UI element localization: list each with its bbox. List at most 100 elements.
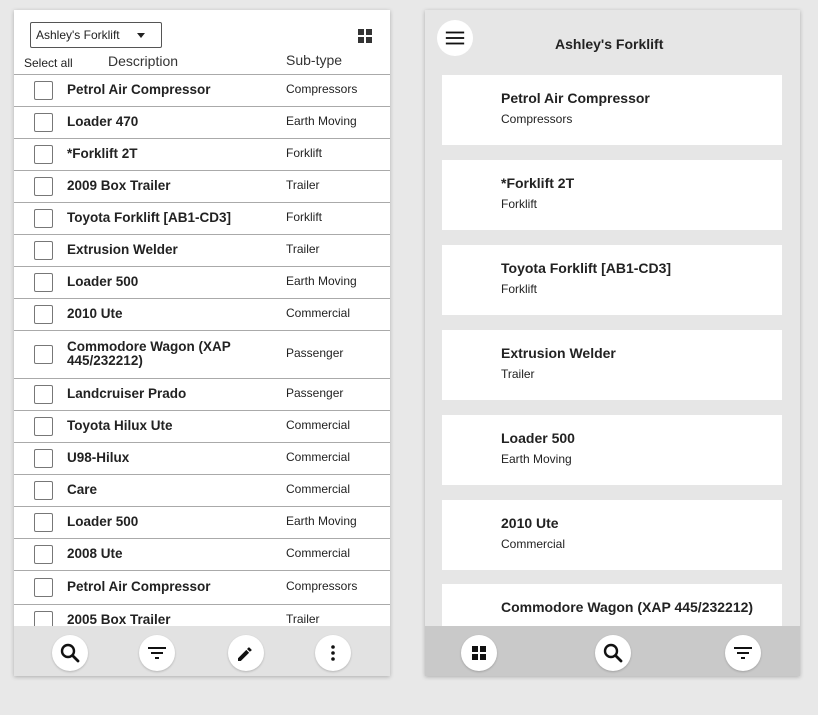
filter-icon <box>734 647 752 659</box>
row-description: Loader 500 <box>67 274 139 289</box>
row-description: Loader 500 <box>67 514 139 529</box>
row-checkbox[interactable] <box>34 81 53 100</box>
search-button[interactable] <box>52 635 88 671</box>
card-title: 2010 Ute <box>501 515 559 531</box>
row-subtype: Commercial <box>286 306 351 320</box>
row-subtype: Forklift <box>286 146 322 160</box>
table-row[interactable]: Care Commercial <box>14 474 390 506</box>
row-checkbox[interactable] <box>34 385 53 404</box>
asset-card[interactable]: *Forklift 2T Forklift <box>442 160 782 230</box>
table-row[interactable]: Commodore Wagon (XAP 445/232212) Passenge… <box>14 330 390 378</box>
search-icon <box>603 643 623 663</box>
filter-icon <box>148 647 166 659</box>
row-checkbox[interactable] <box>34 449 53 468</box>
row-subtype: Trailer <box>286 612 320 626</box>
more-options-button[interactable] <box>315 635 351 671</box>
row-description: 2008 Ute <box>67 546 123 561</box>
row-description: Toyota Hilux Ute <box>67 418 173 433</box>
table-row[interactable]: *Forklift 2T Forklift <box>14 138 390 170</box>
filter-button[interactable] <box>139 635 175 671</box>
search-button[interactable] <box>595 635 631 671</box>
row-subtype: Commercial <box>286 450 351 464</box>
menu-button[interactable] <box>437 20 473 56</box>
row-checkbox[interactable] <box>34 177 53 196</box>
asset-card[interactable]: Toyota Forklift [AB1-CD3] Forklift <box>442 245 782 315</box>
row-checkbox[interactable] <box>34 273 53 292</box>
card-view-panel: Ashley's Forklift Petrol Air Compressor C… <box>425 10 800 676</box>
row-checkbox[interactable] <box>34 209 53 228</box>
table-view-panel: Ashley's Forklift Select all Description… <box>14 10 390 676</box>
row-description: Landcruiser Prado <box>67 386 187 401</box>
card-title: Loader 500 <box>501 430 575 446</box>
table-row[interactable]: Petrol Air Compressor Compressors <box>14 570 390 604</box>
hamburger-menu-icon <box>445 31 465 45</box>
table-row[interactable]: 2008 Ute Commercial <box>14 538 390 570</box>
edit-icon <box>238 647 252 661</box>
row-subtype: Trailer <box>286 178 320 192</box>
row-checkbox[interactable] <box>34 305 53 324</box>
row-checkbox[interactable] <box>34 241 53 260</box>
row-subtype: Compressors <box>286 579 358 593</box>
card-title: Extrusion Welder <box>501 345 616 361</box>
row-subtype: Passenger <box>286 386 344 400</box>
asset-card[interactable]: Extrusion Welder Trailer <box>442 330 782 400</box>
row-checkbox[interactable] <box>34 578 53 597</box>
page-title: Ashley's Forklift <box>555 36 664 52</box>
table-row[interactable]: Landcruiser Prado Passenger <box>14 378 390 410</box>
row-checkbox[interactable] <box>34 417 53 436</box>
asset-card[interactable]: 2010 Ute Commercial <box>442 500 782 570</box>
row-checkbox[interactable] <box>34 145 53 164</box>
card-subtype: Trailer <box>501 367 535 381</box>
filter-button[interactable] <box>725 635 761 671</box>
table-row[interactable]: Extrusion Welder Trailer <box>14 234 390 266</box>
row-description: Petrol Air Compressor <box>67 579 211 594</box>
row-subtype: Commercial <box>286 546 351 560</box>
row-checkbox[interactable] <box>34 481 53 500</box>
table-row[interactable]: 2009 Box Trailer Trailer <box>14 170 390 202</box>
table-row[interactable]: U98-Hilux Commercial <box>14 442 390 474</box>
table-row[interactable]: Petrol Air Compressor Compressors <box>14 74 390 106</box>
table-row[interactable]: Loader 500 Earth Moving <box>14 506 390 538</box>
bottom-toolbar <box>14 626 390 676</box>
row-checkbox[interactable] <box>34 113 53 132</box>
table-row[interactable]: Loader 470 Earth Moving <box>14 106 390 138</box>
asset-table: Petrol Air Compressor Compressors Loader 4… <box>14 10 390 630</box>
card-subtype: Forklift <box>501 282 537 296</box>
row-description: U98-Hilux <box>67 450 130 465</box>
row-checkbox[interactable] <box>34 513 53 532</box>
row-subtype: Forklift <box>286 210 322 224</box>
edit-button[interactable] <box>228 635 264 671</box>
card-title: *Forklift 2T <box>501 175 575 191</box>
row-description: 2009 Box Trailer <box>67 178 171 193</box>
more-vert-icon <box>331 645 335 661</box>
row-description: Care <box>67 482 98 497</box>
row-subtype: Compressors <box>286 82 358 96</box>
table-row[interactable]: Toyota Hilux Ute Commercial <box>14 410 390 442</box>
row-subtype: Trailer <box>286 242 320 256</box>
row-subtype: Commercial <box>286 482 351 496</box>
row-description: 2005 Box Trailer <box>67 612 171 627</box>
asset-card[interactable]: Petrol Air Compressor Compressors <box>442 75 782 145</box>
grid-icon <box>472 646 486 660</box>
table-row[interactable]: 2010 Ute Commercial <box>14 298 390 330</box>
row-subtype: Earth Moving <box>286 514 357 528</box>
table-row[interactable]: Toyota Forklift [AB1-CD3] Forklift <box>14 202 390 234</box>
bottom-toolbar <box>425 626 800 676</box>
row-description: Toyota Forklift [AB1-CD3] <box>67 210 231 225</box>
table-row[interactable]: Loader 500 Earth Moving <box>14 266 390 298</box>
search-icon <box>60 643 80 663</box>
asset-card[interactable]: Loader 500 Earth Moving <box>442 415 782 485</box>
row-description: Loader 470 <box>67 114 139 129</box>
row-description: *Forklift 2T <box>67 146 138 161</box>
row-subtype: Passenger <box>286 346 344 360</box>
row-description: Extrusion Welder <box>67 242 178 257</box>
row-description: 2010 Ute <box>67 306 123 321</box>
row-description: Petrol Air Compressor <box>67 82 211 97</box>
row-subtype: Earth Moving <box>286 274 357 288</box>
card-subtype: Forklift <box>501 197 537 211</box>
row-description: Commodore Wagon (XAP 445/232212) <box>67 339 231 368</box>
row-checkbox[interactable] <box>34 345 53 364</box>
card-subtype: Earth Moving <box>501 452 572 466</box>
grid-view-button[interactable] <box>461 635 497 671</box>
row-checkbox[interactable] <box>34 545 53 564</box>
